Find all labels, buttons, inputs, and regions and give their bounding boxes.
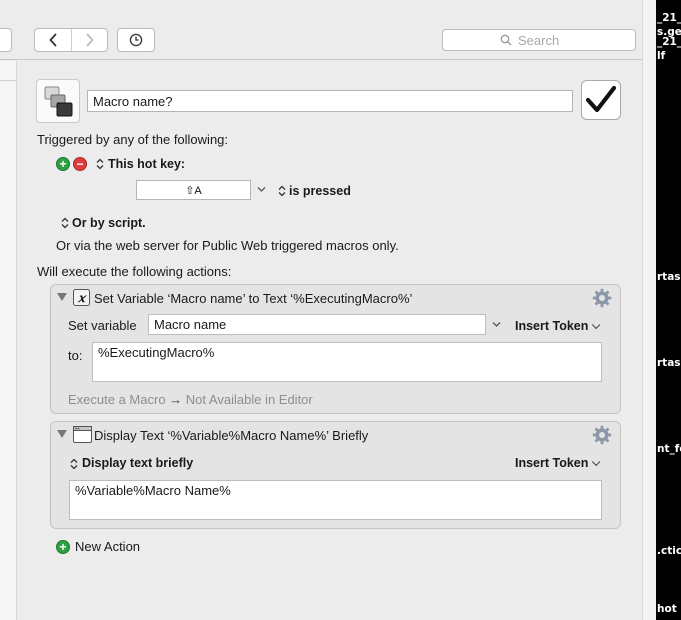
background-text: _21_ — [657, 36, 681, 48]
variable-x-icon: 𝑥 — [73, 289, 90, 306]
background-text: nt_fo — [657, 443, 681, 455]
gear-icon[interactable] — [592, 425, 612, 445]
minus-icon: − — [76, 157, 84, 171]
background-text: _21_ — [657, 12, 681, 24]
navigation-buttons — [34, 28, 108, 52]
remove-trigger-button[interactable]: − — [73, 157, 87, 171]
chevron-down-icon[interactable] — [492, 321, 501, 328]
script-trigger-popup-icon[interactable] — [61, 217, 69, 229]
hotkey-trigger-label[interactable]: This hot key: — [108, 157, 185, 171]
background-text: .ctic — [657, 545, 681, 557]
chevron-down-icon — [592, 457, 601, 467]
macro-icon-well[interactable] — [36, 79, 80, 123]
search-icon — [500, 34, 512, 46]
new-action-label[interactable]: New Action — [75, 539, 140, 554]
to-label: to: — [68, 348, 83, 363]
chevron-down-icon — [592, 320, 601, 330]
clock-icon — [129, 33, 143, 47]
execute-macro-label: Execute a Macro — [68, 392, 166, 407]
background-text: rtas — [657, 357, 681, 369]
variable-name-field[interactable] — [148, 314, 486, 335]
display-mode-label[interactable]: Display text briefly — [82, 456, 193, 470]
chevron-left-icon — [49, 33, 57, 47]
action-title: Set Variable ‘Macro name’ to Text ‘%Exec… — [94, 291, 413, 306]
script-trigger-label[interactable]: Or by script. — [72, 216, 146, 230]
new-action-button[interactable]: + — [56, 540, 70, 554]
search-field[interactable] — [442, 29, 636, 51]
action-display-text[interactable]: Display Text ‘%Variable%Macro Name%’ Bri… — [50, 421, 621, 529]
forward-button[interactable] — [71, 29, 107, 51]
action-footer: Execute a Macro → Not Available in Edito… — [68, 392, 313, 407]
macro-enabled-checkbox[interactable] — [581, 80, 621, 120]
add-trigger-button[interactable]: + — [56, 157, 70, 171]
editor-scrollbar[interactable] — [642, 0, 656, 620]
chevron-right-icon — [86, 33, 93, 47]
chevron-down-icon[interactable] — [257, 186, 266, 193]
window-toolbar — [0, 0, 643, 60]
action-set-variable[interactable]: 𝑥 Set Variable ‘Macro name’ to Text ‘%Ex… — [50, 284, 621, 414]
disclosure-triangle-icon[interactable] — [57, 430, 67, 438]
triggers-heading: Triggered by any of the following: — [37, 132, 229, 147]
history-button[interactable] — [117, 28, 155, 52]
arrow-right-icon: → — [169, 392, 183, 407]
back-button[interactable] — [35, 29, 71, 51]
display-text-field[interactable]: %Variable%Macro Name% — [69, 480, 602, 520]
key-state-popup-icon[interactable] — [278, 185, 286, 197]
checkmark-icon — [585, 85, 617, 113]
insert-token-label: Insert Token — [515, 456, 589, 470]
plus-icon: + — [59, 540, 67, 554]
macro-name-field[interactable] — [87, 90, 573, 112]
gear-icon[interactable] — [592, 288, 612, 308]
insert-token-button[interactable]: Insert Token — [515, 456, 601, 470]
window-icon — [73, 426, 92, 443]
is-pressed-label[interactable]: is pressed — [289, 184, 351, 198]
hotkey-field[interactable]: ⇧A — [136, 180, 251, 200]
disclosure-triangle-icon[interactable] — [57, 293, 67, 301]
background-text: hot — [657, 603, 677, 615]
plus-icon: + — [59, 157, 67, 171]
not-available-label: Not Available in Editor — [185, 392, 313, 407]
background-text: rtas — [657, 271, 681, 283]
search-input[interactable] — [518, 32, 578, 48]
set-variable-label: Set variable — [68, 318, 137, 333]
background-window: _21_ s.geo _21_ lf rtas rtas nt_fo .ctic… — [656, 0, 681, 620]
insert-token-label: Insert Token — [515, 319, 589, 333]
sidebar-toggle-button[interactable] — [0, 28, 12, 52]
web-server-text: Or via the web server for Public Web tri… — [56, 238, 399, 253]
actions-heading: Will execute the following actions: — [37, 264, 232, 279]
macro-list-pane[interactable] — [0, 61, 17, 620]
display-mode-popup-icon[interactable] — [70, 458, 78, 470]
background-text: lf — [657, 50, 666, 62]
insert-token-button[interactable]: Insert Token — [515, 319, 601, 333]
macro-stack-icon — [44, 86, 73, 117]
variable-value-field[interactable]: %ExecutingMacro% — [92, 342, 602, 382]
action-title: Display Text ‘%Variable%Macro Name%’ Bri… — [94, 428, 369, 443]
trigger-type-popup-icon[interactable] — [96, 158, 104, 170]
